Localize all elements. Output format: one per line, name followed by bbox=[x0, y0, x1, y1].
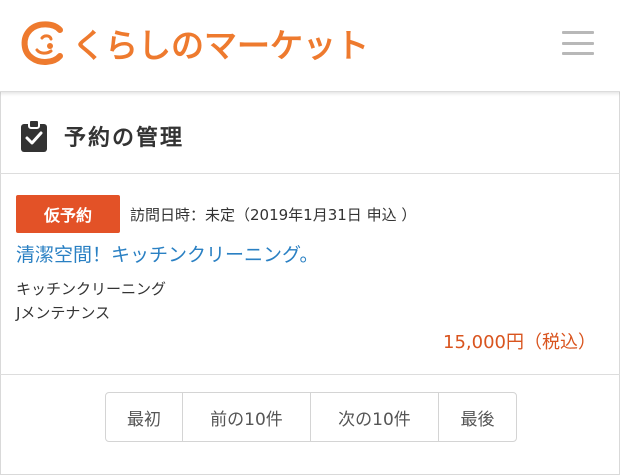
pagination: 最初 前の10件 次の10件 最後 bbox=[105, 392, 517, 442]
logo-mark-icon bbox=[21, 21, 63, 65]
site-logo[interactable]: くらしのマーケット bbox=[20, 18, 369, 68]
pagination-next-button[interactable]: 次の10件 bbox=[311, 393, 439, 441]
pagination-prev-button[interactable]: 前の10件 bbox=[183, 393, 311, 441]
pagination-first-button[interactable]: 最初 bbox=[106, 393, 183, 441]
site-header: くらしのマーケット bbox=[0, 0, 620, 92]
menu-bar bbox=[562, 31, 594, 34]
visit-datetime: 訪問日時：未定（2019年1月31日 申込 ） bbox=[130, 206, 417, 224]
menu-bar bbox=[562, 52, 594, 55]
price: 15,000円（税込） bbox=[443, 332, 596, 353]
service-name: キッチンクリーニング bbox=[16, 280, 167, 298]
vendor-name: Jメンテナンス bbox=[16, 304, 111, 322]
hamburger-menu-icon[interactable] bbox=[560, 28, 596, 58]
divider bbox=[0, 374, 620, 375]
clipboard-check-icon bbox=[21, 119, 47, 152]
reservation-title-link[interactable]: 清潔空間！キッチンクリーニング。 bbox=[16, 240, 318, 267]
page-title: 予約の管理 bbox=[64, 126, 185, 151]
pagination-last-button[interactable]: 最後 bbox=[439, 393, 516, 441]
logo-text: くらしのマーケット bbox=[72, 26, 369, 65]
status-badge: 仮予約 bbox=[16, 195, 120, 233]
menu-bar bbox=[562, 41, 594, 45]
reservation-item: 仮予約 訪問日時：未定（2019年1月31日 申込 ） 清潔空間！キッチンクリー… bbox=[0, 174, 620, 374]
page-title-row: 予約の管理 bbox=[20, 116, 184, 156]
